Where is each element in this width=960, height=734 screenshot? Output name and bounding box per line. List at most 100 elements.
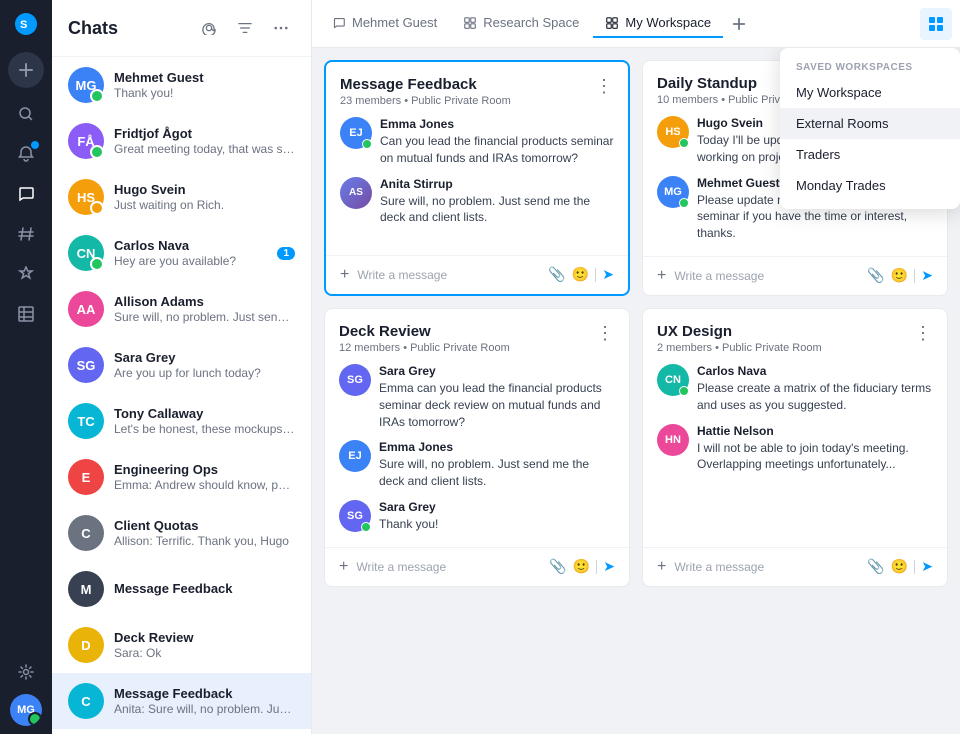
room-card-ux-design[interactable]: UX Design 2 members • Public Private Roo… xyxy=(642,308,948,587)
app-logo: S xyxy=(10,8,42,40)
dropdown-item-external[interactable]: External Rooms xyxy=(780,108,960,139)
compose-actions: 📎 🙂 ➤ xyxy=(548,266,614,283)
chat-item[interactable]: D Deck Review Sara: Ok xyxy=(52,617,311,673)
compose-add-icon[interactable]: + xyxy=(340,266,349,284)
message-text: Emma can you lead the financial products… xyxy=(379,380,615,430)
chat-item[interactable]: HS Hugo Svein Just waiting on Rich. xyxy=(52,169,311,225)
attach-icon[interactable]: 📎 xyxy=(867,267,884,284)
chat-item[interactable]: E Engineering Ops Emma: Andrew should kn… xyxy=(52,449,311,505)
mention-button[interactable] xyxy=(195,14,223,42)
chat-name: Message Feedback xyxy=(114,581,295,596)
room-messages: CN Carlos Nava Please create a matrix of… xyxy=(643,364,947,543)
search-icon-btn[interactable] xyxy=(8,96,44,132)
compose-add-icon[interactable]: + xyxy=(339,558,348,576)
dropdown-item-my[interactable]: My Workspace xyxy=(780,77,960,108)
emoji-icon[interactable]: 🙂 xyxy=(573,558,590,575)
table-icon-btn[interactable] xyxy=(8,296,44,332)
chat-preview: Sara: Ok xyxy=(114,646,295,660)
dropdown-item-traders[interactable]: Traders xyxy=(780,139,960,170)
chat-item[interactable]: MG Mehmet Guest Thank you! xyxy=(52,57,311,113)
chat-info: Fridtjof Ågot Great meeting today, that … xyxy=(114,126,295,156)
chats-title: Chats xyxy=(68,18,195,39)
chat-name: Engineering Ops xyxy=(114,462,295,477)
message-body: Carlos Nava Please create a matrix of th… xyxy=(697,364,933,414)
room-message: AS Anita Stirrup Sure will, no problem. … xyxy=(340,177,614,227)
chat-info: Mehmet Guest Thank you! xyxy=(114,70,295,100)
message-body: Anita Stirrup Sure will, no problem. Jus… xyxy=(380,177,614,227)
chat-avatar: M xyxy=(68,571,104,607)
tab-my-workspace[interactable]: My Workspace xyxy=(593,9,723,38)
chat-avatar: C xyxy=(68,683,104,719)
chat-icon-btn[interactable] xyxy=(8,176,44,212)
message-body: Hattie Nelson I will not be able to join… xyxy=(697,424,933,474)
room-menu-button[interactable]: ⋮ xyxy=(595,76,614,97)
room-menu-button[interactable]: ⋮ xyxy=(596,323,615,344)
chat-item[interactable]: M Message Feedback xyxy=(52,561,311,617)
compose-input[interactable]: Write a message xyxy=(674,560,859,574)
chat-avatar: AA xyxy=(68,291,104,327)
channels-icon-btn[interactable] xyxy=(8,216,44,252)
more-button[interactable] xyxy=(267,14,295,42)
chat-item[interactable]: SG Sara Grey Are you up for lunch today? xyxy=(52,337,311,393)
emoji-icon[interactable]: 🙂 xyxy=(891,558,908,575)
dropdown-header: SAVED WORKSPACES xyxy=(780,56,960,77)
room-card-header: Deck Review 12 members • Public Private … xyxy=(325,309,629,364)
compose-input[interactable]: Write a message xyxy=(674,269,859,283)
message-avatar: SG xyxy=(339,500,371,532)
message-sender: Sara Grey xyxy=(379,500,615,514)
add-tab-button[interactable] xyxy=(725,10,753,38)
chat-info: Message Feedback xyxy=(114,581,295,597)
message-avatar: HN xyxy=(657,424,689,456)
emoji-icon[interactable]: 🙂 xyxy=(891,267,908,284)
filter-button[interactable] xyxy=(231,14,259,42)
tab-mehmet-guest[interactable]: Mehmet Guest xyxy=(320,9,449,38)
chat-preview: Great meeting today, that was stellar. xyxy=(114,142,295,156)
compose-divider xyxy=(596,560,597,574)
user-avatar[interactable]: MG xyxy=(10,694,42,726)
chat-item[interactable]: U UX Design Esther Call in 5 minutes, ev… xyxy=(52,729,311,734)
compose-add-icon[interactable]: + xyxy=(657,558,666,576)
settings-icon-btn[interactable] xyxy=(8,654,44,690)
compose-divider xyxy=(914,269,915,283)
attach-icon[interactable]: 📎 xyxy=(548,266,565,283)
chat-name: Carlos Nava xyxy=(114,238,267,253)
chat-name: Deck Review xyxy=(114,630,295,645)
chat-item[interactable]: C Client Quotas Allison: Terrific. Thank… xyxy=(52,505,311,561)
compose-input[interactable]: Write a message xyxy=(357,268,540,282)
send-icon[interactable]: ➤ xyxy=(921,267,933,284)
chat-name: Tony Callaway xyxy=(114,406,295,421)
compose-input[interactable]: Write a message xyxy=(356,560,541,574)
room-menu-button[interactable]: ⋮ xyxy=(914,323,933,344)
grid-view-button[interactable] xyxy=(920,8,952,40)
chat-preview: Sure will, no problem. Just send ... xyxy=(114,310,295,324)
tab-research-space[interactable]: Research Space xyxy=(451,9,591,38)
chat-avatar: FÅ xyxy=(68,123,104,159)
compose-add-icon[interactable]: + xyxy=(657,267,666,285)
attach-icon[interactable]: 📎 xyxy=(867,558,884,575)
room-compose: + Write a message 📎 🙂 ➤ xyxy=(643,547,947,586)
compose-actions: 📎 🙂 ➤ xyxy=(549,558,615,575)
chat-item[interactable]: FÅ Fridtjof Ågot Great meeting today, th… xyxy=(52,113,311,169)
send-icon[interactable]: ➤ xyxy=(603,558,615,575)
chat-item[interactable]: CN Carlos Nava Hey are you available? 1 xyxy=(52,225,311,281)
send-icon[interactable]: ➤ xyxy=(921,558,933,575)
room-compose: + Write a message 📎 🙂 ➤ xyxy=(643,256,947,295)
send-icon[interactable]: ➤ xyxy=(602,266,614,283)
chat-item[interactable]: TC Tony Callaway Let's be honest, these … xyxy=(52,393,311,449)
chat-item[interactable]: C Message Feedback Anita: Sure will, no … xyxy=(52,673,311,729)
dropdown-item-monday[interactable]: Monday Trades xyxy=(780,170,960,201)
room-card-deck-review[interactable]: Deck Review 12 members • Public Private … xyxy=(324,308,630,587)
chat-item[interactable]: AA Allison Adams Sure will, no problem. … xyxy=(52,281,311,337)
star-icon-btn[interactable] xyxy=(8,256,44,292)
emoji-icon[interactable]: 🙂 xyxy=(572,266,589,283)
notifications-icon-btn[interactable] xyxy=(8,136,44,172)
room-meta: 23 members • Public Private Room xyxy=(340,95,511,107)
compose-divider xyxy=(595,268,596,282)
room-meta: 12 members • Public Private Room xyxy=(339,342,510,354)
compose-actions: 📎 🙂 ➤ xyxy=(867,558,933,575)
room-card-message-feedback[interactable]: Message Feedback 23 members • Public Pri… xyxy=(324,60,630,296)
message-text: Thank you! xyxy=(379,516,615,533)
attach-icon[interactable]: 📎 xyxy=(549,558,566,575)
room-message: CN Carlos Nava Please create a matrix of… xyxy=(657,364,933,414)
add-button[interactable] xyxy=(8,52,44,88)
